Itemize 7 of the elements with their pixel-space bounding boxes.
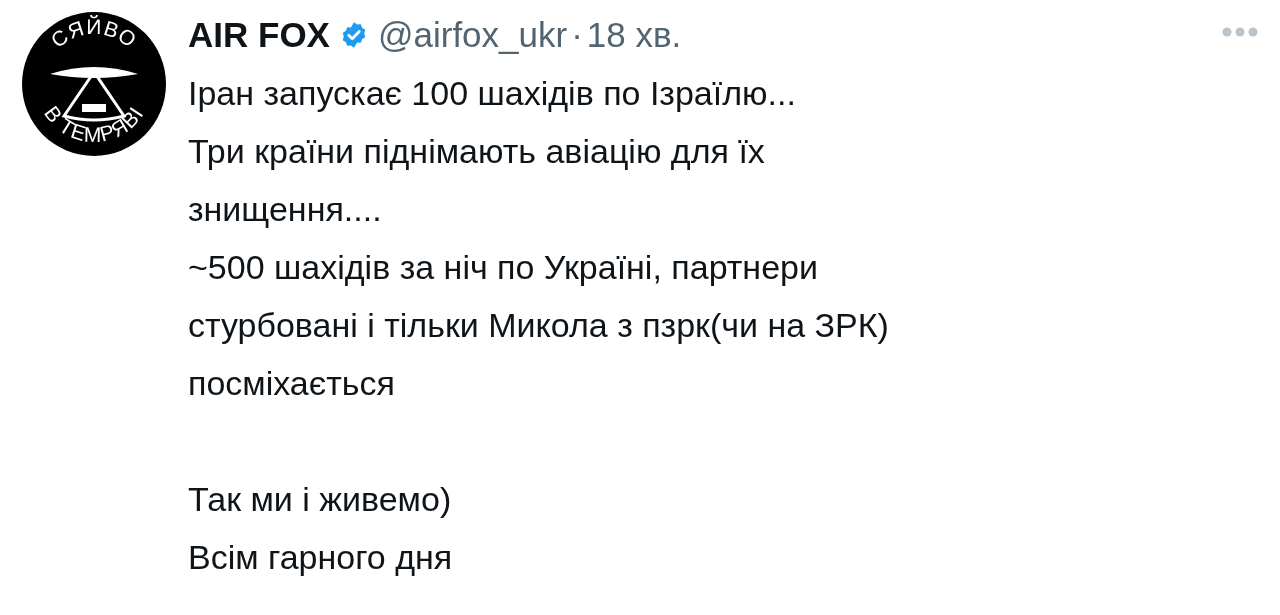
author-name[interactable]: AIR FOX [188, 15, 330, 55]
more-icon[interactable] [1222, 27, 1258, 37]
tweet-text: Іран запускає 100 шахідів по Ізраїлю... Три країни піднімають авіацію для їх знищення.... ~500 шахідів за ніч по Україні, партнери стурбовані і тільки Микола з пзрк(чи на ЗРК) посміхається Так ми і живемо) Всім гарного дня [188, 73, 890, 578]
avatar-text: СЯЙВО [46, 14, 142, 52]
separator: · [571, 15, 583, 55]
post-time[interactable]: 18 хв. [586, 15, 682, 55]
author-handle[interactable]: @airfox_ukr [377, 15, 568, 55]
